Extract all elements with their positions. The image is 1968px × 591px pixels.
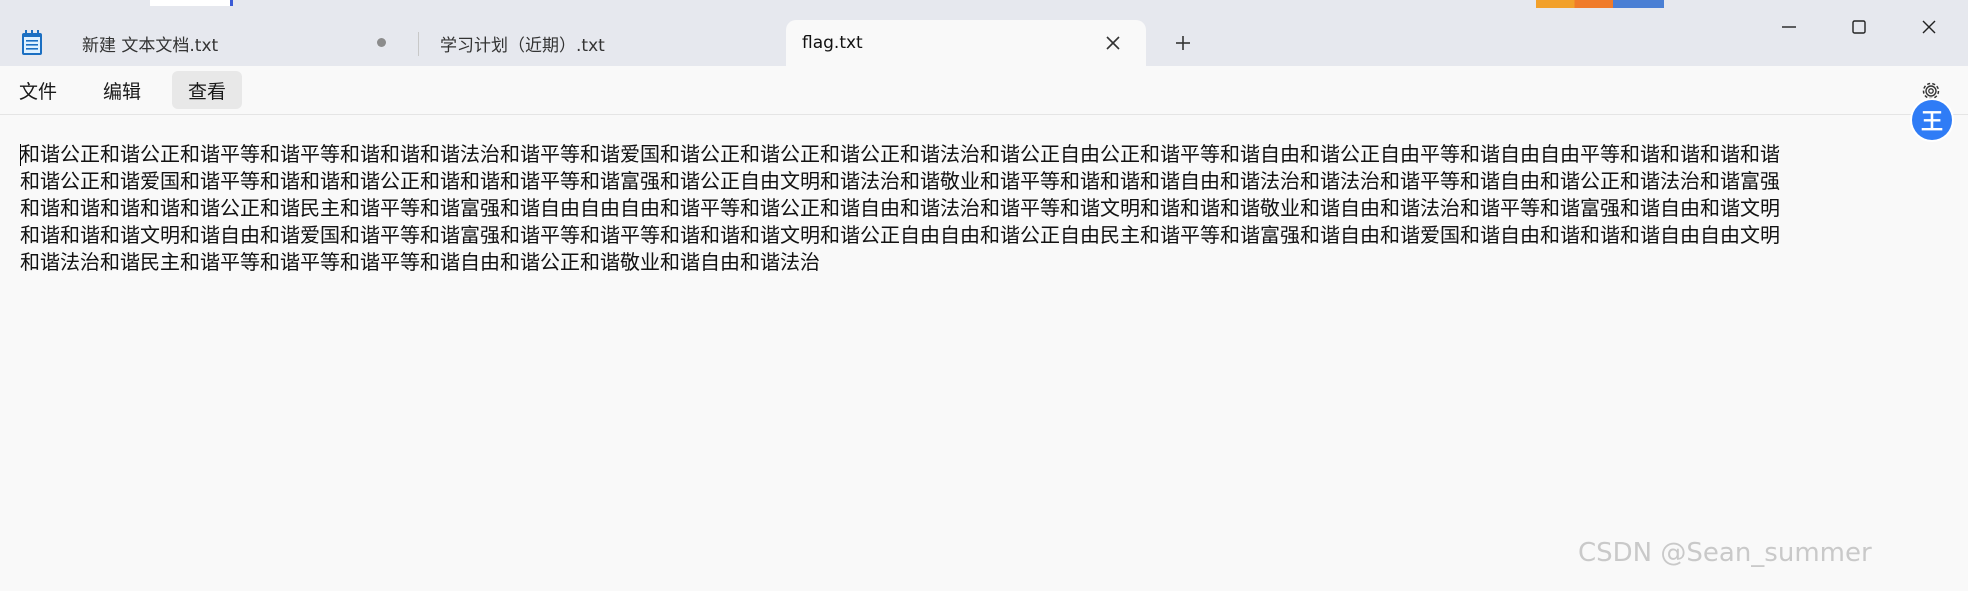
tab-bar: 新建 文本文档.txt 学习计划（近期）.txt flag.txt xyxy=(0,0,1968,66)
editor-line: 和谐法治和谐民主和谐平等和谐平等和谐平等和谐自由和谐公正和谐敬业和谐自由和谐法治 xyxy=(20,250,820,274)
notepad-app-icon xyxy=(22,30,42,55)
maximize-icon[interactable] xyxy=(1846,14,1872,40)
notepad-window: 新建 文本文档.txt 学习计划（近期）.txt flag.txt 文件 编辑 … xyxy=(0,0,1968,591)
new-tab-plus-icon[interactable] xyxy=(1170,30,1196,56)
tab-divider xyxy=(418,32,419,56)
editor-line: 和谐和谐和谐和谐和谐公正和谐民主和谐平等和谐富强和谐自由自由自由和谐平等和谐公正… xyxy=(20,196,1780,220)
tab-new-text-document[interactable]: 新建 文本文档.txt xyxy=(62,20,416,66)
editor-content[interactable]: 和谐公正和谐公正和谐平等和谐平等和谐和谐和谐法治和谐平等和谐爱国和谐公正和谐公正… xyxy=(20,141,1960,276)
text-caret xyxy=(20,144,21,166)
menu-edit[interactable]: 编辑 xyxy=(90,71,154,109)
menu-view[interactable]: 查看 xyxy=(172,71,242,109)
unsaved-dot-icon xyxy=(377,38,386,47)
close-window-icon[interactable] xyxy=(1916,14,1942,40)
background-app-fragment xyxy=(1536,0,1664,8)
editor-line: 和谐公正和谐爱国和谐平等和谐和谐和谐公正和谐和谐和谐平等和谐富强和谐公正自由文明… xyxy=(20,169,1780,193)
tab-study-plan[interactable]: 学习计划（近期）.txt xyxy=(420,20,784,66)
tab-label: 新建 文本文档.txt xyxy=(82,35,219,56)
menu-file[interactable]: 文件 xyxy=(6,71,70,109)
close-tab-icon[interactable] xyxy=(1102,32,1124,54)
extension-badge-icon[interactable]: 王 xyxy=(1912,100,1952,140)
editor-line: 和谐公正和谐公正和谐平等和谐平等和谐和谐和谐法治和谐平等和谐爱国和谐公正和谐公正… xyxy=(20,142,1780,166)
editor-line: 和谐和谐和谐文明和谐自由和谐爱国和谐平等和谐富强和谐平等和谐平等和谐和谐和谐文明… xyxy=(20,223,1780,247)
watermark: CSDN @Sean_summer xyxy=(1578,538,1872,568)
text-editor-area[interactable]: 和谐公正和谐公正和谐平等和谐平等和谐和谐和谐法治和谐平等和谐爱国和谐公正和谐公正… xyxy=(0,115,1968,591)
tab-flag[interactable]: flag.txt xyxy=(786,20,1146,66)
tab-label: 学习计划（近期）.txt xyxy=(440,35,605,56)
menu-bar: 文件 编辑 查看 xyxy=(0,66,1968,114)
background-window-fragment xyxy=(150,0,233,6)
tab-label: flag.txt xyxy=(802,33,863,53)
minimize-icon[interactable] xyxy=(1776,14,1802,40)
